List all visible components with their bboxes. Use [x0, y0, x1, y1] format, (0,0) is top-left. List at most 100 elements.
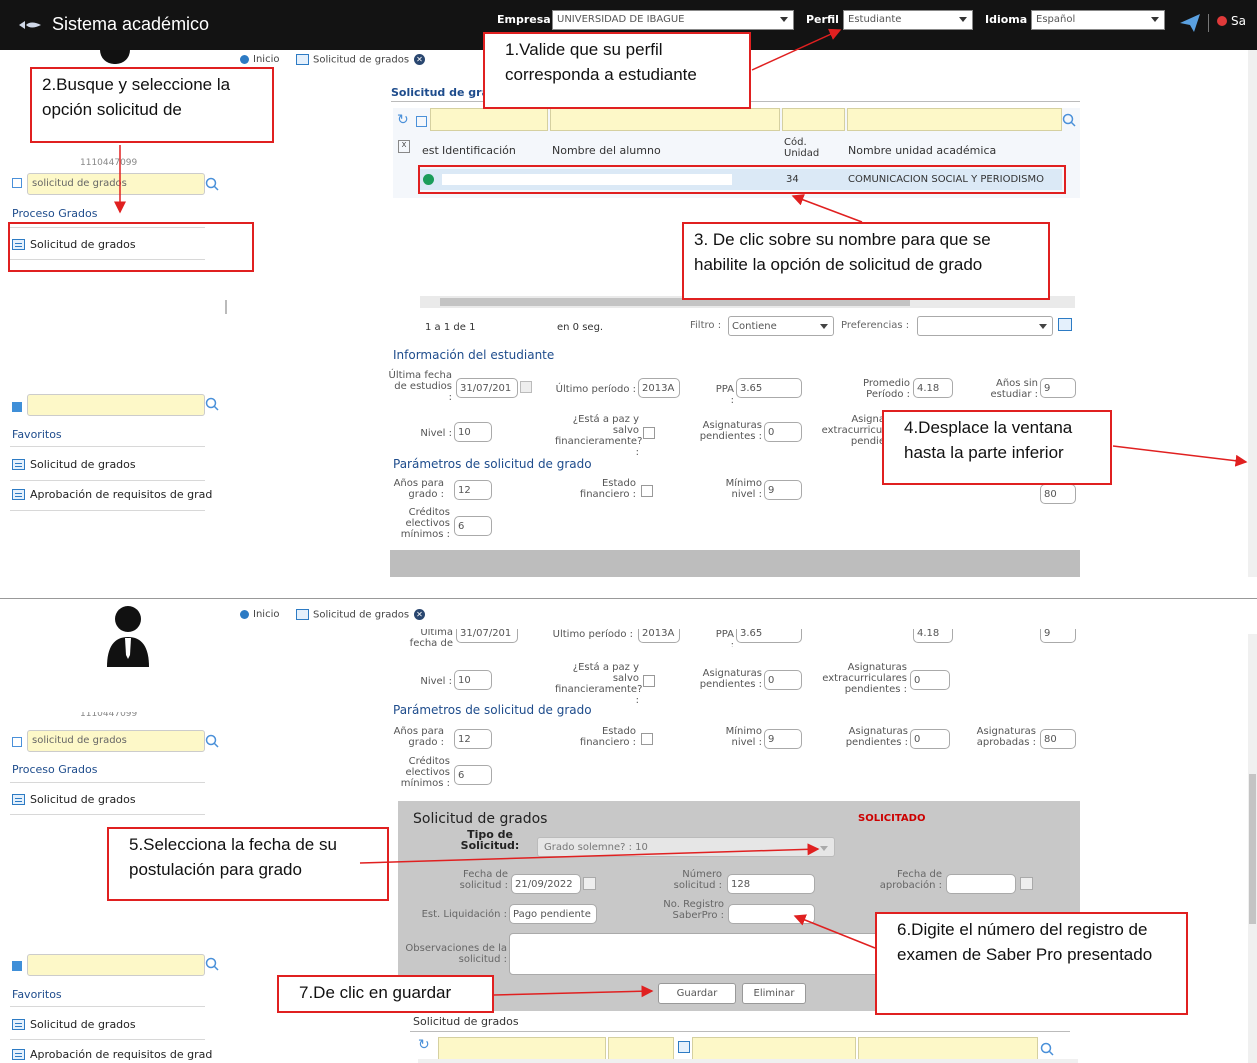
col-est[interactable]: est — [422, 144, 439, 157]
ultima-fecha-field[interactable]: 31/07/201 — [456, 629, 518, 643]
tipo-select[interactable]: Grado solemne? : 10 — [537, 837, 835, 857]
ppa-field[interactable]: 3.65 — [736, 629, 802, 643]
observaciones-textarea[interactable] — [509, 933, 879, 975]
favorites-search-input[interactable] — [27, 954, 205, 976]
anos-sin-field[interactable]: 9 — [1040, 378, 1076, 398]
menu-search-input[interactable]: solicitud de grados — [27, 173, 205, 195]
search-icon[interactable] — [205, 957, 219, 971]
paz-salvo-checkbox[interactable] — [643, 675, 655, 687]
calendar-icon[interactable] — [583, 877, 596, 890]
calendar-icon[interactable] — [520, 381, 532, 393]
subgrid-filter[interactable] — [608, 1037, 674, 1060]
vertical-scrollbar[interactable] — [1248, 50, 1257, 577]
ppa-field[interactable]: 3.65 — [736, 378, 802, 398]
select-all-checkbox[interactable] — [416, 116, 427, 127]
nivel-field[interactable]: 10 — [454, 670, 492, 690]
estado-fin-checkbox[interactable] — [641, 733, 653, 745]
promedio-field[interactable]: 4.18 — [913, 629, 953, 643]
prefs-select[interactable] — [917, 316, 1053, 336]
filter-identificacion[interactable] — [430, 108, 548, 131]
creditos-field[interactable]: 6 — [454, 516, 492, 536]
save-prefs-icon[interactable] — [1058, 318, 1072, 331]
refresh-icon[interactable]: ↻ — [397, 112, 409, 128]
favorite-item[interactable]: Solicitud de grados — [10, 458, 136, 471]
vertical-scrollbar[interactable] — [1248, 634, 1257, 1063]
tab-solicitud[interactable]: Solicitud de grados ✕ — [296, 54, 426, 66]
estado-fin-checkbox[interactable] — [641, 485, 653, 497]
power-icon[interactable] — [1217, 16, 1227, 26]
favorite-item[interactable]: Aprobación de requisitos de grad — [10, 488, 212, 501]
favorite-item[interactable]: Aprobación de requisitos de grad — [10, 1048, 212, 1061]
params-asig-pend-field[interactable]: 0 — [910, 729, 950, 749]
promedio-field[interactable]: 4.18 — [913, 378, 953, 398]
divider — [410, 1031, 1070, 1032]
delete-button[interactable]: Eliminar — [742, 983, 806, 1004]
menu-item-solicitud[interactable]: Solicitud de grados — [10, 793, 136, 806]
tab-inicio[interactable]: Inicio — [240, 54, 279, 65]
anos-grado-field[interactable]: 12 — [454, 729, 492, 749]
ultima-fecha-field[interactable]: 31/07/201 — [456, 378, 518, 398]
minimo-nivel-field[interactable]: 9 — [764, 480, 802, 500]
favorites-search-input[interactable] — [27, 394, 205, 416]
filter-nombre[interactable] — [550, 108, 780, 131]
ultimo-periodo-field[interactable]: 2013A — [638, 629, 680, 643]
nivel-field[interactable]: 10 — [454, 422, 492, 442]
numero-field[interactable]: 128 — [727, 874, 815, 894]
col-identificacion[interactable]: Identificación — [442, 144, 516, 157]
search-icon[interactable] — [205, 177, 219, 191]
checkbox-icon[interactable] — [12, 737, 22, 747]
refresh-icon[interactable]: ↻ — [418, 1037, 430, 1053]
filter-cod[interactable] — [782, 108, 845, 131]
asig-pend-field[interactable]: 0 — [764, 670, 802, 690]
paz-salvo-checkbox[interactable] — [643, 427, 655, 439]
perfil-select[interactable]: Estudiante — [843, 10, 973, 30]
splitter-handle[interactable] — [225, 300, 227, 314]
calendar-icon[interactable] — [1020, 877, 1033, 890]
fecha-aprob-field[interactable] — [946, 874, 1016, 894]
col-cod-unidad[interactable]: Cód. Unidad — [784, 137, 824, 159]
calendar-icon[interactable] — [678, 1041, 690, 1053]
search-icon[interactable] — [1040, 1042, 1054, 1056]
subgrid-filter[interactable] — [692, 1037, 856, 1060]
col-unidad[interactable]: Nombre unidad académica — [848, 144, 996, 157]
empresa-select[interactable]: UNIVERSIDAD DE IBAGUE — [552, 10, 794, 30]
tab-inicio[interactable]: Inicio — [240, 609, 279, 620]
col-nombre[interactable]: Nombre del alumno — [552, 144, 661, 157]
liquidacion-field[interactable]: Pago pendiente — [509, 904, 597, 924]
export-excel-icon[interactable]: X — [398, 140, 410, 153]
filter-select[interactable]: Contiene — [728, 316, 834, 336]
subgrid-filter[interactable] — [858, 1037, 1038, 1060]
exit-label[interactable]: Sa — [1231, 14, 1246, 28]
send-icon[interactable] — [1180, 14, 1200, 32]
save-button[interactable]: Guardar — [658, 983, 736, 1004]
fecha-solicitud-field[interactable]: 21/09/2022 — [511, 874, 581, 894]
anos-sin-field[interactable]: 9 — [1040, 629, 1076, 643]
creditos-field[interactable]: 6 — [454, 765, 492, 785]
ultimo-periodo-field[interactable]: 2013A — [638, 378, 680, 398]
label: Último período : — [552, 629, 633, 640]
filter-unidad[interactable] — [847, 108, 1062, 131]
asig-extra-field[interactable]: 0 — [910, 670, 950, 690]
asig-aprob-field[interactable]: 80 — [1040, 484, 1076, 504]
subgrid-filter[interactable] — [438, 1037, 606, 1060]
checkbox-icon[interactable] — [12, 178, 22, 188]
search-icon[interactable] — [1062, 113, 1076, 127]
screenshot-top: Sistema académico Empresa : UNIVERSIDAD … — [0, 0, 1257, 577]
minimo-nivel-field[interactable]: 9 — [764, 729, 802, 749]
callout-step-1: 1.Valide que su perfil corresponda a est… — [483, 32, 751, 109]
asig-pend-field[interactable]: 0 — [764, 422, 802, 442]
menu-search-input[interactable]: solicitud de grados — [27, 730, 205, 752]
search-icon[interactable] — [205, 397, 219, 411]
idioma-select[interactable]: Español — [1031, 10, 1165, 30]
anos-grado-field[interactable]: 12 — [454, 480, 492, 500]
scroll-thumb[interactable] — [1249, 774, 1256, 924]
close-icon[interactable]: ✕ — [414, 609, 426, 620]
asig-aprob-field[interactable]: 80 — [1040, 729, 1076, 749]
close-icon[interactable]: ✕ — [414, 54, 426, 65]
label: Est. Liquidación : — [421, 909, 507, 920]
search-icon[interactable] — [205, 734, 219, 748]
saberpro-field[interactable] — [728, 904, 815, 924]
tab-solicitud[interactable]: Solicitud de grados ✕ — [296, 609, 426, 621]
label: Años para grado : — [393, 478, 444, 500]
favorite-item[interactable]: Solicitud de grados — [10, 1018, 136, 1031]
